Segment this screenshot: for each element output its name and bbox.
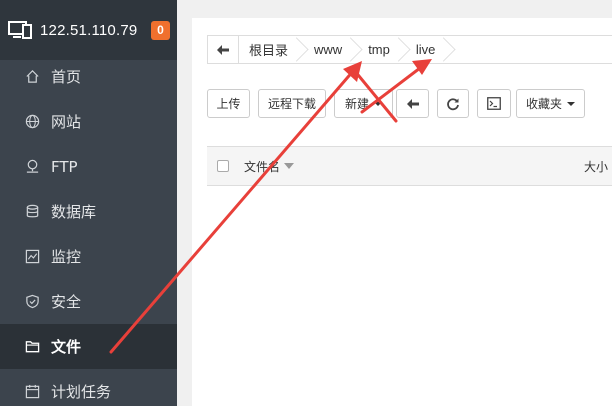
file-manager-panel: 根目录 www tmp live 上传 远程下载 新建 收藏夹 文件名 大小: [192, 18, 612, 406]
terminal-icon: [487, 97, 501, 110]
sidebar-item-label: 首页: [51, 68, 82, 86]
terminal-button[interactable]: [477, 89, 511, 118]
sidebar-item-monitor[interactable]: 监控: [0, 234, 177, 279]
column-header-size[interactable]: 大小: [584, 158, 608, 175]
sidebar-item-label: 文件: [51, 338, 82, 356]
column-header-name[interactable]: 文件名: [244, 158, 295, 175]
upload-label: 上传: [216, 97, 241, 111]
sidebar-item-database[interactable]: 数据库: [0, 189, 177, 234]
monitor-chart-icon: [24, 249, 40, 265]
refresh-icon: [447, 97, 459, 110]
sidebar-item-label: 安全: [51, 293, 82, 311]
app-root: 122.51.110.79 0 首页 网站 FTP 数据库 监控 安全 文件 计…: [0, 0, 612, 406]
sidebar-menu: 首页 网站 FTP 数据库 监控 安全 文件 计划任务: [0, 54, 177, 406]
breadcrumb-label: live: [415, 42, 436, 57]
column-name-label: 文件名: [244, 159, 281, 174]
breadcrumb-item-root[interactable]: 根目录: [239, 36, 302, 63]
ftp-icon: [24, 159, 40, 175]
sidebar-item-label: 监控: [51, 248, 82, 266]
back-button[interactable]: [208, 36, 239, 63]
server-header: 122.51.110.79 0: [0, 0, 177, 60]
arrow-left-icon: [406, 98, 419, 109]
favorites-label: 收藏夹: [525, 97, 562, 111]
file-table-header: 文件名 大小: [207, 146, 612, 186]
server-ip[interactable]: 122.51.110.79: [40, 22, 137, 39]
sidebar-item-ftp[interactable]: FTP: [0, 144, 177, 189]
notification-badge[interactable]: 0: [151, 21, 170, 40]
new-label: 新建: [344, 97, 369, 111]
breadcrumb-label: 根目录: [249, 44, 289, 59]
sidebar-item-label: 网站: [51, 113, 82, 131]
breadcrumb-item-www[interactable]: www: [302, 36, 356, 63]
favorites-dropdown-button[interactable]: 收藏夹: [516, 89, 585, 118]
back-dir-button[interactable]: [396, 89, 429, 118]
calendar-icon: [24, 384, 40, 400]
breadcrumb-label: tmp: [368, 42, 390, 57]
column-size-label: 大小: [584, 159, 609, 174]
folder-icon: [24, 339, 40, 355]
shield-icon: [24, 294, 40, 310]
breadcrumb: 根目录 www tmp live: [207, 35, 612, 64]
select-all-checkbox[interactable]: [217, 160, 229, 172]
upload-button[interactable]: 上传: [207, 89, 250, 118]
new-dropdown-button[interactable]: 新建: [334, 89, 393, 118]
globe-icon: [24, 114, 40, 130]
sidebar-item-home[interactable]: 首页: [0, 54, 177, 99]
remote-download-label: 远程下载: [267, 97, 316, 111]
sidebar-item-files[interactable]: 文件: [0, 324, 177, 369]
sort-caret-icon: [284, 163, 295, 169]
arrow-left-icon: [217, 44, 229, 55]
sidebar-item-cron[interactable]: 计划任务: [0, 369, 177, 406]
breadcrumb-item-live[interactable]: live: [404, 36, 450, 63]
database-icon: [24, 204, 40, 220]
home-icon: [24, 69, 40, 85]
sidebar-item-website[interactable]: 网站: [0, 99, 177, 144]
chevron-down-icon: [374, 101, 382, 106]
sidebar-item-label: 数据库: [51, 203, 97, 221]
chevron-down-icon: [567, 101, 575, 106]
sidebar: 122.51.110.79 0 首页 网站 FTP 数据库 监控 安全 文件 计…: [0, 0, 177, 406]
refresh-button[interactable]: [437, 89, 469, 118]
remote-download-button[interactable]: 远程下载: [258, 89, 326, 118]
sidebar-item-label: FTP: [51, 157, 78, 176]
breadcrumb-item-tmp[interactable]: tmp: [356, 36, 404, 63]
sidebar-item-security[interactable]: 安全: [0, 279, 177, 324]
sidebar-item-label: 计划任务: [51, 383, 112, 401]
server-monitor-icon: [8, 21, 32, 39]
breadcrumb-label: www: [314, 42, 343, 57]
